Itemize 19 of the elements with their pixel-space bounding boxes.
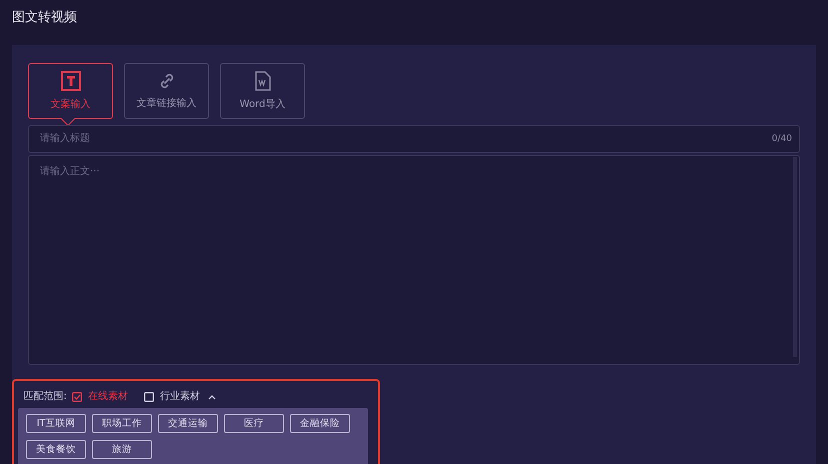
checkbox-label[interactable]: 在线素材 xyxy=(88,389,128,404)
industry-tag[interactable]: 旅游 xyxy=(92,440,152,459)
document-icon xyxy=(254,70,270,90)
industry-tag[interactable]: IT互联网 xyxy=(26,414,86,433)
chevron-up-icon[interactable] xyxy=(208,394,216,400)
tab[interactable]: Word导入 xyxy=(220,63,305,119)
tab[interactable]: 文章链接输入 xyxy=(124,63,209,119)
character-counter: 0/40 xyxy=(772,132,792,146)
industry-tag[interactable]: 交通运输 xyxy=(158,414,218,433)
industry-tag[interactable]: 职场工作 xyxy=(92,414,152,433)
window-title: 图文转视频 xyxy=(12,10,77,25)
industry-tag[interactable]: 美食餐饮 xyxy=(26,440,86,459)
checkbox[interactable] xyxy=(72,392,82,402)
industry-tag[interactable]: 医疗 xyxy=(224,414,284,433)
industry-tag[interactable]: 金融保险 xyxy=(290,414,350,433)
text-icon xyxy=(60,70,80,90)
checkbox-label[interactable]: 行业素材 xyxy=(160,389,200,404)
scope-label: 匹配范围: xyxy=(24,390,67,404)
body-field[interactable]: 请输入正文··· xyxy=(28,155,800,366)
